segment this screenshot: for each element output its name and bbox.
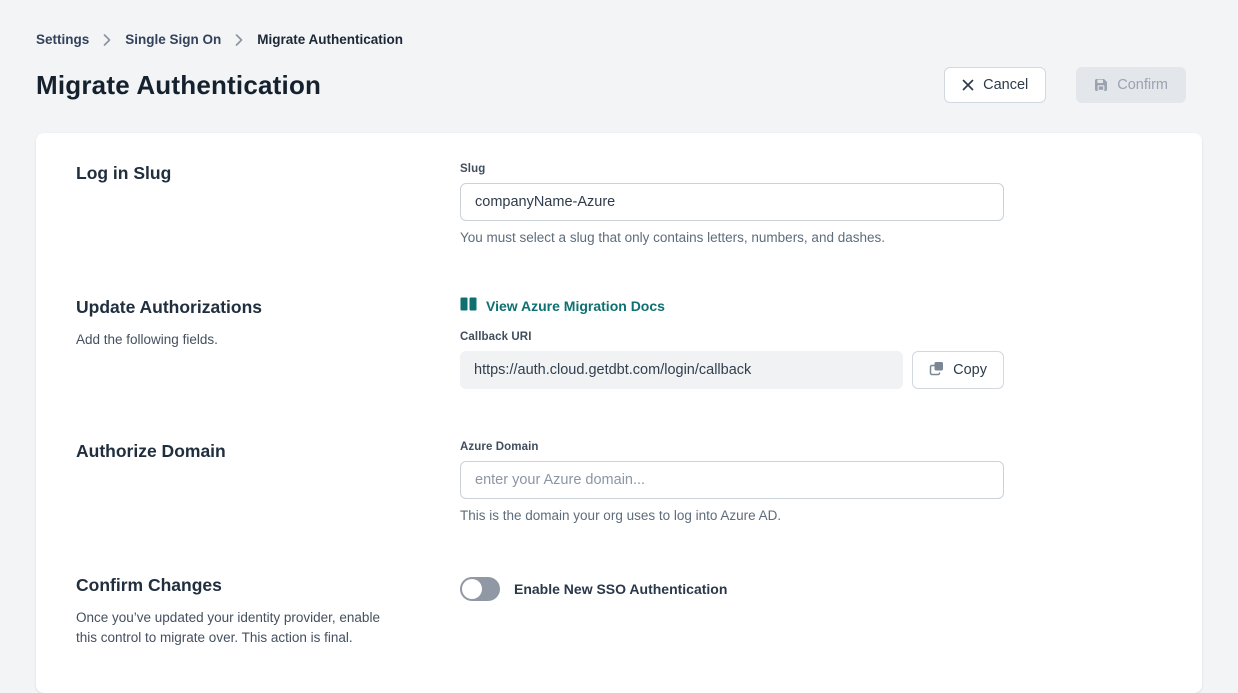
azure-domain-label: Azure Domain <box>460 441 1004 453</box>
breadcrumb: Settings Single Sign On Migrate Authenti… <box>36 0 1202 47</box>
breadcrumb-item-settings[interactable]: Settings <box>36 32 89 47</box>
cancel-button[interactable]: Cancel <box>944 67 1046 103</box>
callback-uri-label: Callback URI <box>460 331 1004 343</box>
section-authorize-domain: Authorize Domain Azure Domain This is th… <box>76 441 1162 523</box>
enable-sso-toggle-label: Enable New SSO Authentication <box>514 581 727 597</box>
azure-domain-input[interactable] <box>460 461 1004 499</box>
slug-input[interactable] <box>460 183 1004 221</box>
save-icon <box>1094 78 1108 92</box>
confirm-button[interactable]: Confirm <box>1076 67 1186 103</box>
close-icon <box>962 79 974 91</box>
confirm-changes-description: Once you’ve updated your identity provid… <box>76 608 400 649</box>
update-authorizations-description: Add the following fields. <box>76 330 400 350</box>
confirm-button-label: Confirm <box>1117 77 1168 93</box>
book-icon <box>460 297 477 314</box>
toggle-knob <box>462 579 482 599</box>
copy-icon <box>929 361 944 380</box>
breadcrumb-item-migrate-authentication: Migrate Authentication <box>257 32 403 47</box>
page-header: Migrate Authentication Cancel Confirm <box>36 67 1202 103</box>
view-azure-migration-docs-link[interactable]: View Azure Migration Docs <box>460 297 665 314</box>
section-login-slug: Log in Slug Slug You must select a slug … <box>76 163 1162 245</box>
header-actions: Cancel Confirm <box>944 67 1186 103</box>
copy-button-label: Copy <box>953 362 987 378</box>
section-confirm-changes: Confirm Changes Once you’ve updated your… <box>76 575 1162 649</box>
section-update-authorizations: Update Authorizations Add the following … <box>76 297 1162 389</box>
slug-field-label: Slug <box>460 163 1004 175</box>
breadcrumb-item-single-sign-on[interactable]: Single Sign On <box>125 32 221 47</box>
callback-uri-value: https://auth.cloud.getdbt.com/login/call… <box>460 351 903 389</box>
page-title: Migrate Authentication <box>36 70 321 101</box>
enable-sso-toggle[interactable] <box>460 577 500 601</box>
azure-domain-helper-text: This is the domain your org uses to log … <box>460 508 1004 523</box>
authorize-domain-heading: Authorize Domain <box>76 441 400 462</box>
login-slug-heading: Log in Slug <box>76 163 400 184</box>
chevron-right-icon <box>235 34 243 46</box>
migrate-authentication-page: Settings Single Sign On Migrate Authenti… <box>0 0 1238 693</box>
confirm-changes-heading: Confirm Changes <box>76 575 400 596</box>
settings-card: Log in Slug Slug You must select a slug … <box>36 133 1202 693</box>
cancel-button-label: Cancel <box>983 77 1028 93</box>
update-authorizations-heading: Update Authorizations <box>76 297 400 318</box>
slug-helper-text: You must select a slug that only contain… <box>460 230 1004 245</box>
docs-link-label: View Azure Migration Docs <box>486 298 665 314</box>
chevron-right-icon <box>103 34 111 46</box>
copy-button[interactable]: Copy <box>912 351 1004 389</box>
